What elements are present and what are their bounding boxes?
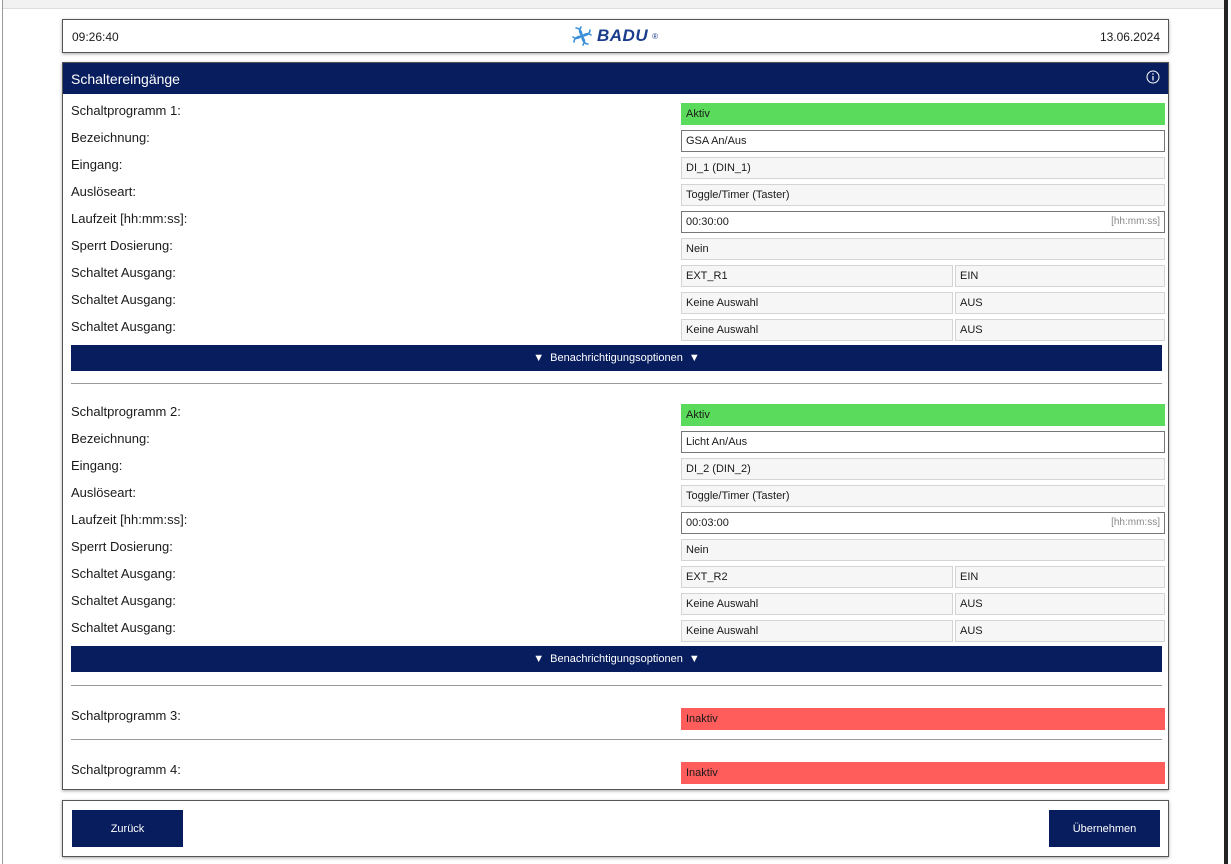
window-frame-left [2,0,3,864]
program-2-runtime-field[interactable]: 00:03:00 [hh:mm:ss] [681,512,1165,534]
footer-bar: Zurück Übernehmen [62,800,1169,857]
triangle-down-icon: ▼ [688,653,700,665]
panel-header: Schaltereingänge [63,63,1168,94]
switch-inputs-panel: Schaltereingänge Schaltprogramm 1: Aktiv… [62,62,1169,790]
triangle-down-icon: ▼ [688,352,700,364]
output-label: Schaltet Ausgang: [71,319,176,334]
output-label: Schaltet Ausgang: [71,620,176,635]
program-1-input-select[interactable]: DI_1 (DIN_1) [681,157,1165,179]
runtime-label: Laufzeit [hh:mm:ss]: [71,512,188,527]
apply-button[interactable]: Übernehmen [1049,810,1160,847]
program-1-row: Schaltprogramm 1: Aktiv [71,103,1165,125]
program-1-block-dosing-select[interactable]: Nein [681,238,1165,260]
program-2-row: Schaltprogramm 2: Aktiv [71,404,1165,426]
program-1-name-row: Bezeichnung: GSA An/Aus [71,130,1165,152]
name-label: Bezeichnung: [71,130,150,145]
output-label: Schaltet Ausgang: [71,566,176,581]
program-1-label: Schaltprogramm 1: [71,103,181,118]
notification-options-label: Benachrichtigungsoptionen [550,352,683,364]
program-2-output-2-state[interactable]: AUS [955,593,1165,615]
program-4-status[interactable]: Inaktiv [681,762,1165,784]
program-2-trigger-select[interactable]: Toggle/Timer (Taster) [681,485,1165,507]
runtime-label: Laufzeit [hh:mm:ss]: [71,211,188,226]
program-1-trigger-row: Auslöseart: Toggle/Timer (Taster) [71,184,1165,206]
output-label: Schaltet Ausgang: [71,292,176,307]
program-2-output-1-select[interactable]: EXT_R2 [681,566,953,588]
program-2-status[interactable]: Aktiv [681,404,1165,426]
program-1-trigger-select[interactable]: Toggle/Timer (Taster) [681,184,1165,206]
input-label: Eingang: [71,157,123,172]
runtime-unit: [hh:mm:ss] [1111,517,1160,528]
notification-options-label: Benachrichtigungsoptionen [550,653,683,665]
logo-registered-mark: ® [652,31,659,41]
program-2-trigger-row: Auslöseart: Toggle/Timer (Taster) [71,485,1165,507]
program-2-output-1-row: Schaltet Ausgang: EXT_R2 EIN [71,566,1165,588]
program-1-status[interactable]: Aktiv [681,103,1165,125]
info-icon[interactable] [1146,70,1160,84]
section-divider [71,685,1162,686]
program-1-output-2-row: Schaltet Ausgang: Keine Auswahl AUS [71,292,1165,314]
output-label: Schaltet Ausgang: [71,265,176,280]
program-2-runtime-row: Laufzeit [hh:mm:ss]: 00:03:00 [hh:mm:ss] [71,512,1165,534]
logo-text: BADU [597,26,649,45]
program-1-output-1-row: Schaltet Ausgang: EXT_R1 EIN [71,265,1165,287]
program-1-output-1-state[interactable]: EIN [955,265,1165,287]
program-2-block-dosing-select[interactable]: Nein [681,539,1165,561]
program-1-name-field[interactable]: GSA An/Aus [681,130,1165,152]
program-2-name-row: Bezeichnung: Licht An/Aus [71,431,1165,453]
program-2-label: Schaltprogramm 2: [71,404,181,419]
section-divider [71,739,1162,740]
program-3-status[interactable]: Inaktiv [681,708,1165,730]
program-2-block-dosing-row: Sperrt Dosierung: Nein [71,539,1165,561]
name-label: Bezeichnung: [71,431,150,446]
program-1-input-row: Eingang: DI_1 (DIN_1) [71,157,1165,179]
program-2-output-3-row: Schaltet Ausgang: Keine Auswahl AUS [71,620,1165,642]
program-2-name-field[interactable]: Licht An/Aus [681,431,1165,453]
block-dosing-label: Sperrt Dosierung: [71,238,173,253]
program-4-row: Schaltprogramm 4: Inaktiv [71,762,1165,784]
program-1-output-2-select[interactable]: Keine Auswahl [681,292,953,314]
program-1-output-3-state[interactable]: AUS [955,319,1165,341]
input-label: Eingang: [71,458,123,473]
program-2-output-2-row: Schaltet Ausgang: Keine Auswahl AUS [71,593,1165,615]
program-1-notification-options-toggle[interactable]: ▼ Benachrichtigungsoptionen ▼ [71,345,1162,371]
output-label: Schaltet Ausgang: [71,593,176,608]
program-3-row: Schaltprogramm 3: Inaktiv [71,708,1165,730]
program-2-notification-options-toggle[interactable]: ▼ Benachrichtigungsoptionen ▼ [71,646,1162,672]
program-1-output-2-state[interactable]: AUS [955,292,1165,314]
program-2-output-3-state[interactable]: AUS [955,620,1165,642]
program-2-runtime-value: 00:03:00 [686,517,729,529]
program-1-output-3-select[interactable]: Keine Auswahl [681,319,953,341]
program-1-runtime-row: Laufzeit [hh:mm:ss]: 00:30:00 [hh:mm:ss] [71,211,1165,233]
program-2-output-2-select[interactable]: Keine Auswahl [681,593,953,615]
section-divider [71,383,1162,384]
program-1-output-3-row: Schaltet Ausgang: Keine Auswahl AUS [71,319,1165,341]
header-bar: 09:26:40 BADU ® 13.06.2024 [62,19,1169,53]
trigger-label: Auslöseart: [71,485,137,500]
block-dosing-label: Sperrt Dosierung: [71,539,173,554]
triangle-down-icon: ▼ [533,653,545,665]
triangle-down-icon: ▼ [533,352,545,364]
badu-logo: BADU ® [571,25,658,47]
program-2-input-select[interactable]: DI_2 (DIN_2) [681,458,1165,480]
trigger-label: Auslöseart: [71,184,137,199]
clock-time: 09:26:40 [72,30,119,44]
program-1-runtime-field[interactable]: 00:30:00 [hh:mm:ss] [681,211,1165,233]
back-button[interactable]: Zurück [72,810,183,847]
program-1-runtime-value: 00:30:00 [686,216,729,228]
program-2-output-1-state[interactable]: EIN [955,566,1165,588]
program-2-input-row: Eingang: DI_2 (DIN_2) [71,458,1165,480]
runtime-unit: [hh:mm:ss] [1111,216,1160,227]
badu-logo-icon [572,26,592,46]
program-3-label: Schaltprogramm 3: [71,708,181,723]
current-date: 13.06.2024 [1099,30,1160,44]
program-1-output-1-select[interactable]: EXT_R1 [681,265,953,287]
window-frame-right [1224,0,1228,864]
window-frame-top [2,0,1228,9]
page-title: Schaltereingänge [71,71,180,87]
program-2-output-3-select[interactable]: Keine Auswahl [681,620,953,642]
program-1-block-dosing-row: Sperrt Dosierung: Nein [71,238,1165,260]
program-4-label: Schaltprogramm 4: [71,762,181,777]
